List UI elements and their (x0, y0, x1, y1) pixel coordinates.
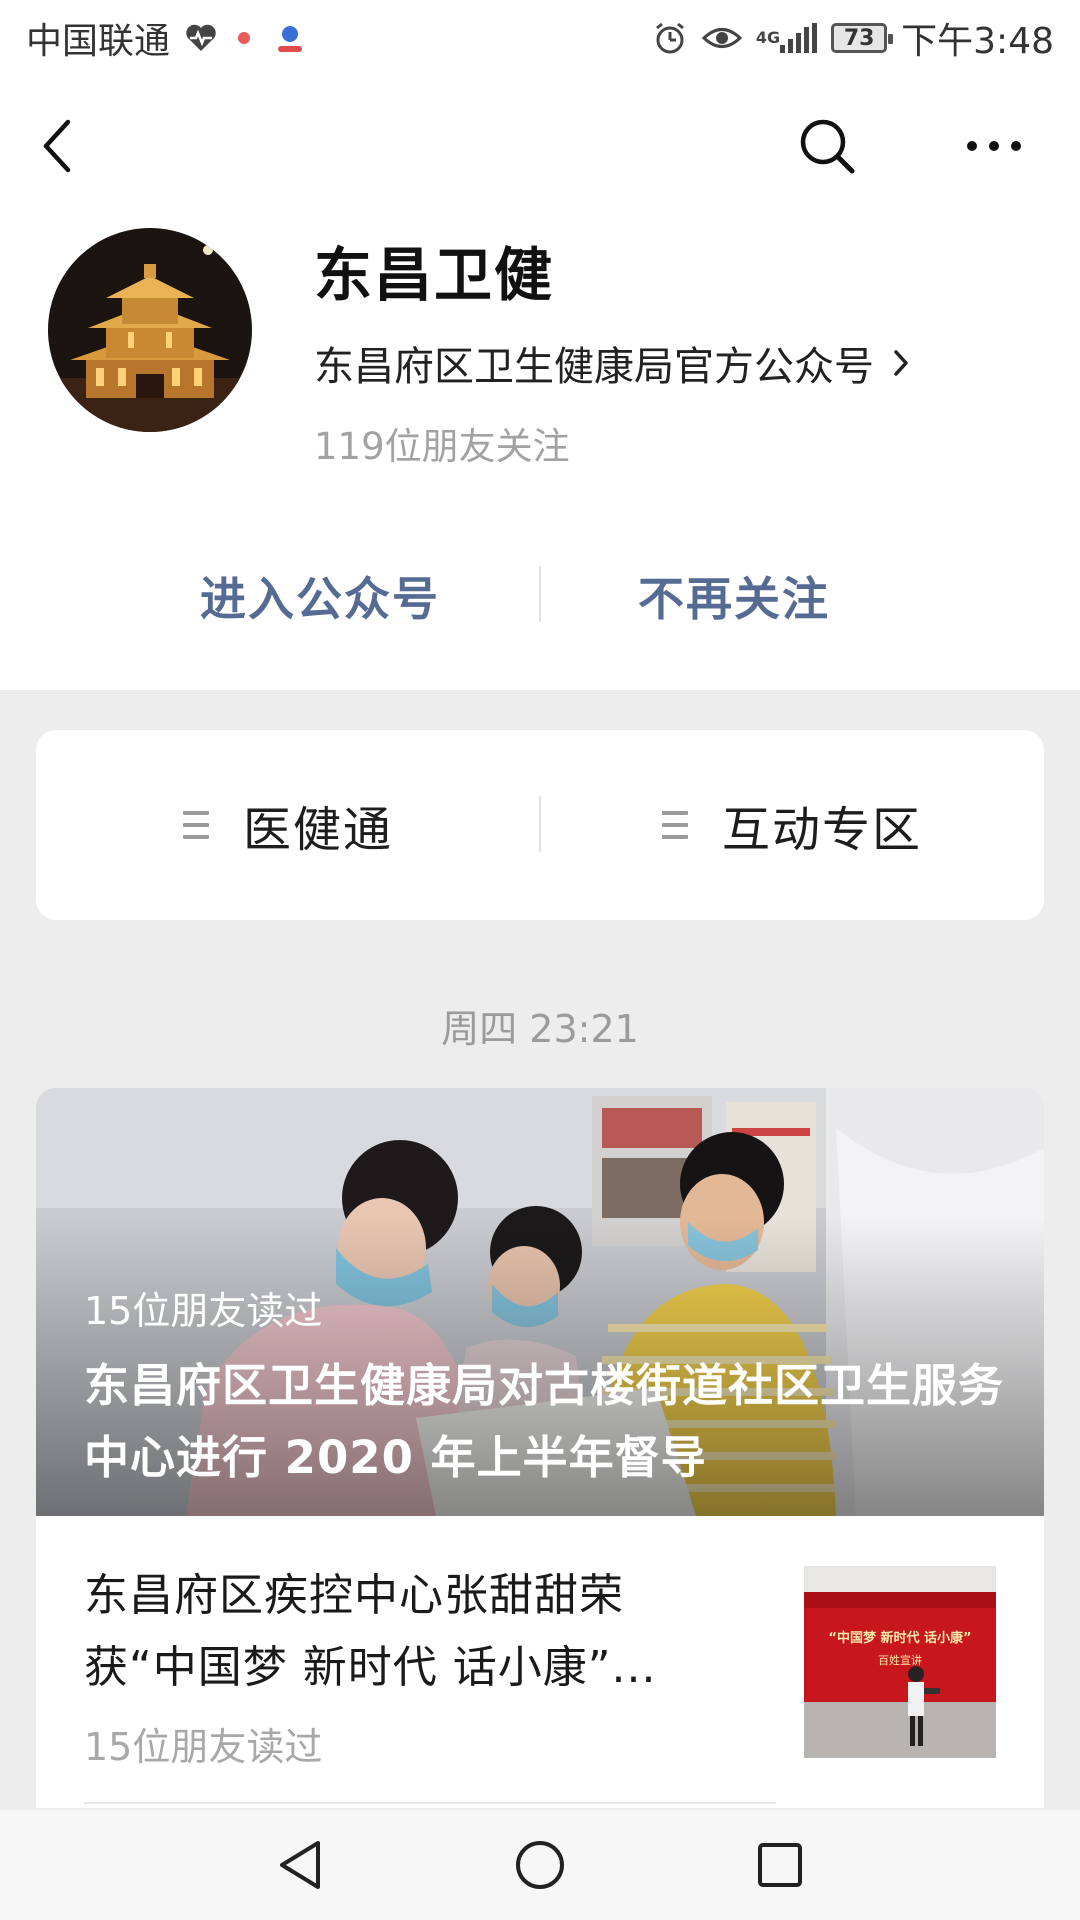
account-description[interactable]: 东昌府区卫生健康局官方公众号 (314, 334, 910, 392)
secondary-article-thumbnail: “中国梦 新时代 话小康” 百姓宣讲 (804, 1566, 996, 1758)
thumbnail-caption: “中国梦 新时代 话小康” (828, 1630, 971, 1646)
back-button[interactable] (22, 110, 94, 182)
secondary-article[interactable]: 东昌府区疾控中心张甜甜荣获“中国梦 新时代 话小康”... 15位朋友读过 “中… (36, 1516, 1044, 1808)
heart-rate-icon (184, 23, 218, 53)
unfollow-button[interactable]: 不再关注 (524, 536, 944, 656)
more-dots-icon (967, 141, 1021, 151)
account-menu: 医健通 互动专区 (36, 730, 1044, 920)
menu-item-interaction[interactable]: 互动专区 (540, 730, 1044, 920)
menu-lines-icon (661, 811, 688, 839)
triangle-back-icon (280, 1841, 320, 1889)
message-timestamp: 周四 23:21 (441, 1007, 639, 1051)
carrier-label: 中国联通 (26, 21, 171, 62)
system-navigation-bar (0, 1810, 1080, 1920)
more-button[interactable] (958, 110, 1030, 182)
profile-header: 东昌卫健 东昌府区卫生健康局官方公众号 119位朋友关注 进入公众号 不再关注 (0, 76, 1080, 690)
article-divider (84, 1802, 776, 1804)
account-name: 东昌卫健 (314, 241, 555, 309)
eye-comfort-icon (701, 23, 742, 53)
menu-item-label: 互动专区 (721, 802, 922, 858)
battery-icon: 73 (831, 23, 894, 53)
menu-lines-icon (182, 811, 209, 839)
alarm-icon (652, 20, 688, 56)
search-button[interactable] (791, 110, 863, 182)
account-actions: 进入公众号 不再关注 (0, 536, 1080, 656)
hero-read-count: 15位朋友读过 (84, 1289, 323, 1333)
network-type: 4G (755, 28, 781, 47)
search-icon (800, 119, 855, 174)
article-card: 15位朋友读过 东昌府区卫生健康局对古楼街道社区卫生服务中心进行 2020 年上… (36, 1088, 1044, 1808)
status-right: 4G 73 下午3:48 (652, 12, 1054, 64)
system-recents-button[interactable] (740, 1830, 820, 1900)
circle-home-icon (516, 1841, 564, 1889)
thumbnail-subcaption: 百姓宣讲 (878, 1653, 922, 1667)
secondary-article-read-count: 15位朋友读过 (84, 1725, 323, 1769)
top-nav (0, 76, 1080, 212)
hero-title: 东昌府区卫生健康局对古楼街道社区卫生服务中心进行 2020 年上半年督导 (84, 1359, 1005, 1484)
signal-bars (780, 23, 818, 53)
clock: 下午3:48 (901, 21, 1054, 62)
network-signal-icon: 4G (755, 23, 818, 53)
system-back-button[interactable] (260, 1830, 340, 1900)
chevron-right-icon (894, 350, 908, 376)
secondary-article-title: 东昌府区疾控中心张甜甜荣获“中国梦 新时代 话小康”... (84, 1570, 657, 1693)
account-description-text: 东昌府区卫生健康局官方公众号 (314, 344, 874, 390)
enter-account-button[interactable]: 进入公众号 (110, 536, 530, 656)
battery-level: 73 (843, 25, 875, 51)
hero-article[interactable]: 15位朋友读过 东昌府区卫生健康局对古楼街道社区卫生服务中心进行 2020 年上… (36, 1088, 1044, 1516)
back-arrow-icon (43, 119, 71, 173)
square-recents-icon (758, 1843, 802, 1887)
status-bar: 中国联通 4G 73 下午3:48 (0, 0, 1080, 76)
follower-count: 119位朋友关注 (314, 425, 570, 468)
menu-item-yijiantong[interactable]: 医健通 (36, 730, 540, 920)
menu-item-label: 医健通 (242, 802, 393, 858)
system-home-button[interactable] (500, 1830, 580, 1900)
baidu-icon (270, 18, 310, 58)
account-avatar[interactable] (48, 228, 252, 432)
app-notification-icon (232, 26, 256, 50)
status-left: 中国联通 (26, 12, 310, 64)
